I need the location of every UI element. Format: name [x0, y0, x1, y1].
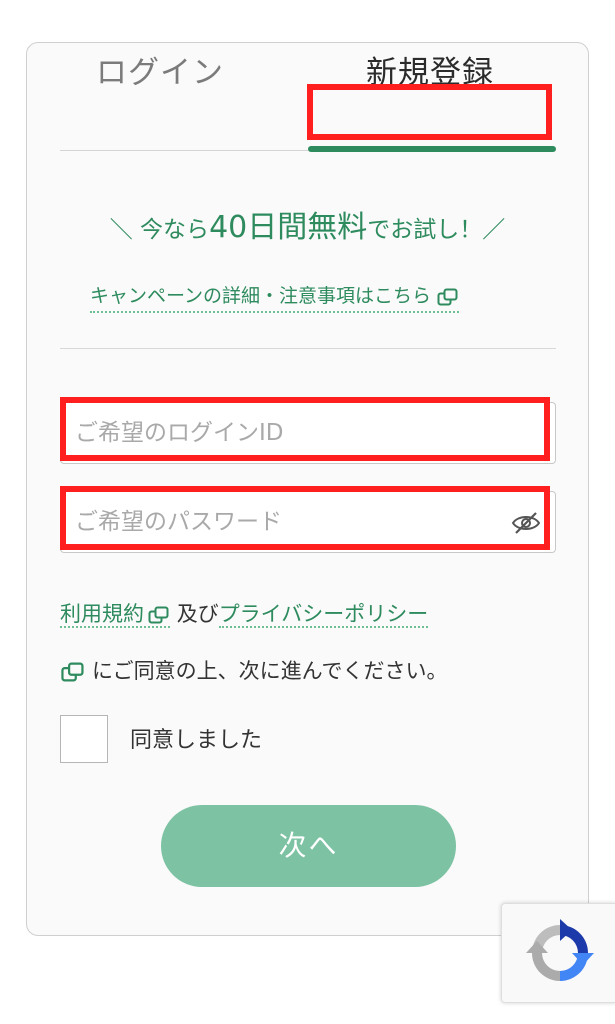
- promo-prefix: ＼ 今なら: [109, 217, 210, 243]
- and-text: 及び: [176, 602, 219, 626]
- recaptcha-icon: [526, 919, 594, 981]
- password-input[interactable]: [61, 492, 555, 552]
- external-link-icon: [437, 288, 458, 305]
- section-divider: [60, 348, 556, 349]
- terms-of-use-link[interactable]: 利用規約: [60, 602, 170, 628]
- login-id-field[interactable]: [60, 402, 556, 464]
- tab-login[interactable]: ログイン: [60, 50, 260, 96]
- campaign-link-label: キャンペーンの詳細・注意事項はこちら: [90, 285, 432, 307]
- signup-card: [26, 42, 589, 936]
- external-link-icon[interactable]: [60, 662, 86, 682]
- promo-highlight: 40日間無料: [209, 210, 368, 245]
- terms-link-label: 利用規約: [60, 602, 144, 626]
- external-link-icon: [148, 606, 169, 624]
- campaign-details-link[interactable]: キャンペーンの詳細・注意事項はこちら: [90, 281, 460, 313]
- promo-banner: ＼ 今なら40日間無料でお試し！／: [0, 202, 615, 246]
- recaptcha-badge[interactable]: [501, 903, 615, 1003]
- promo-suffix: でお試し！／: [367, 217, 506, 243]
- agree-checkbox[interactable]: [60, 715, 108, 763]
- login-id-input[interactable]: [61, 403, 555, 463]
- consent-instruction: にご同意の上、次に進んでください。: [92, 659, 448, 683]
- next-button[interactable]: 次へ: [161, 805, 456, 887]
- tab-signup[interactable]: 新規登録: [308, 50, 552, 96]
- active-tab-indicator: [308, 146, 556, 152]
- eye-slash-icon[interactable]: [511, 511, 541, 535]
- privacy-policy-link[interactable]: プライバシーポリシー: [218, 602, 429, 628]
- terms-consent-text: 利用規約 及びプライバシーポリシー にご同意の上、次に進んでください。: [60, 586, 560, 700]
- agree-label[interactable]: 同意しました: [130, 722, 262, 754]
- password-field[interactable]: [60, 491, 556, 553]
